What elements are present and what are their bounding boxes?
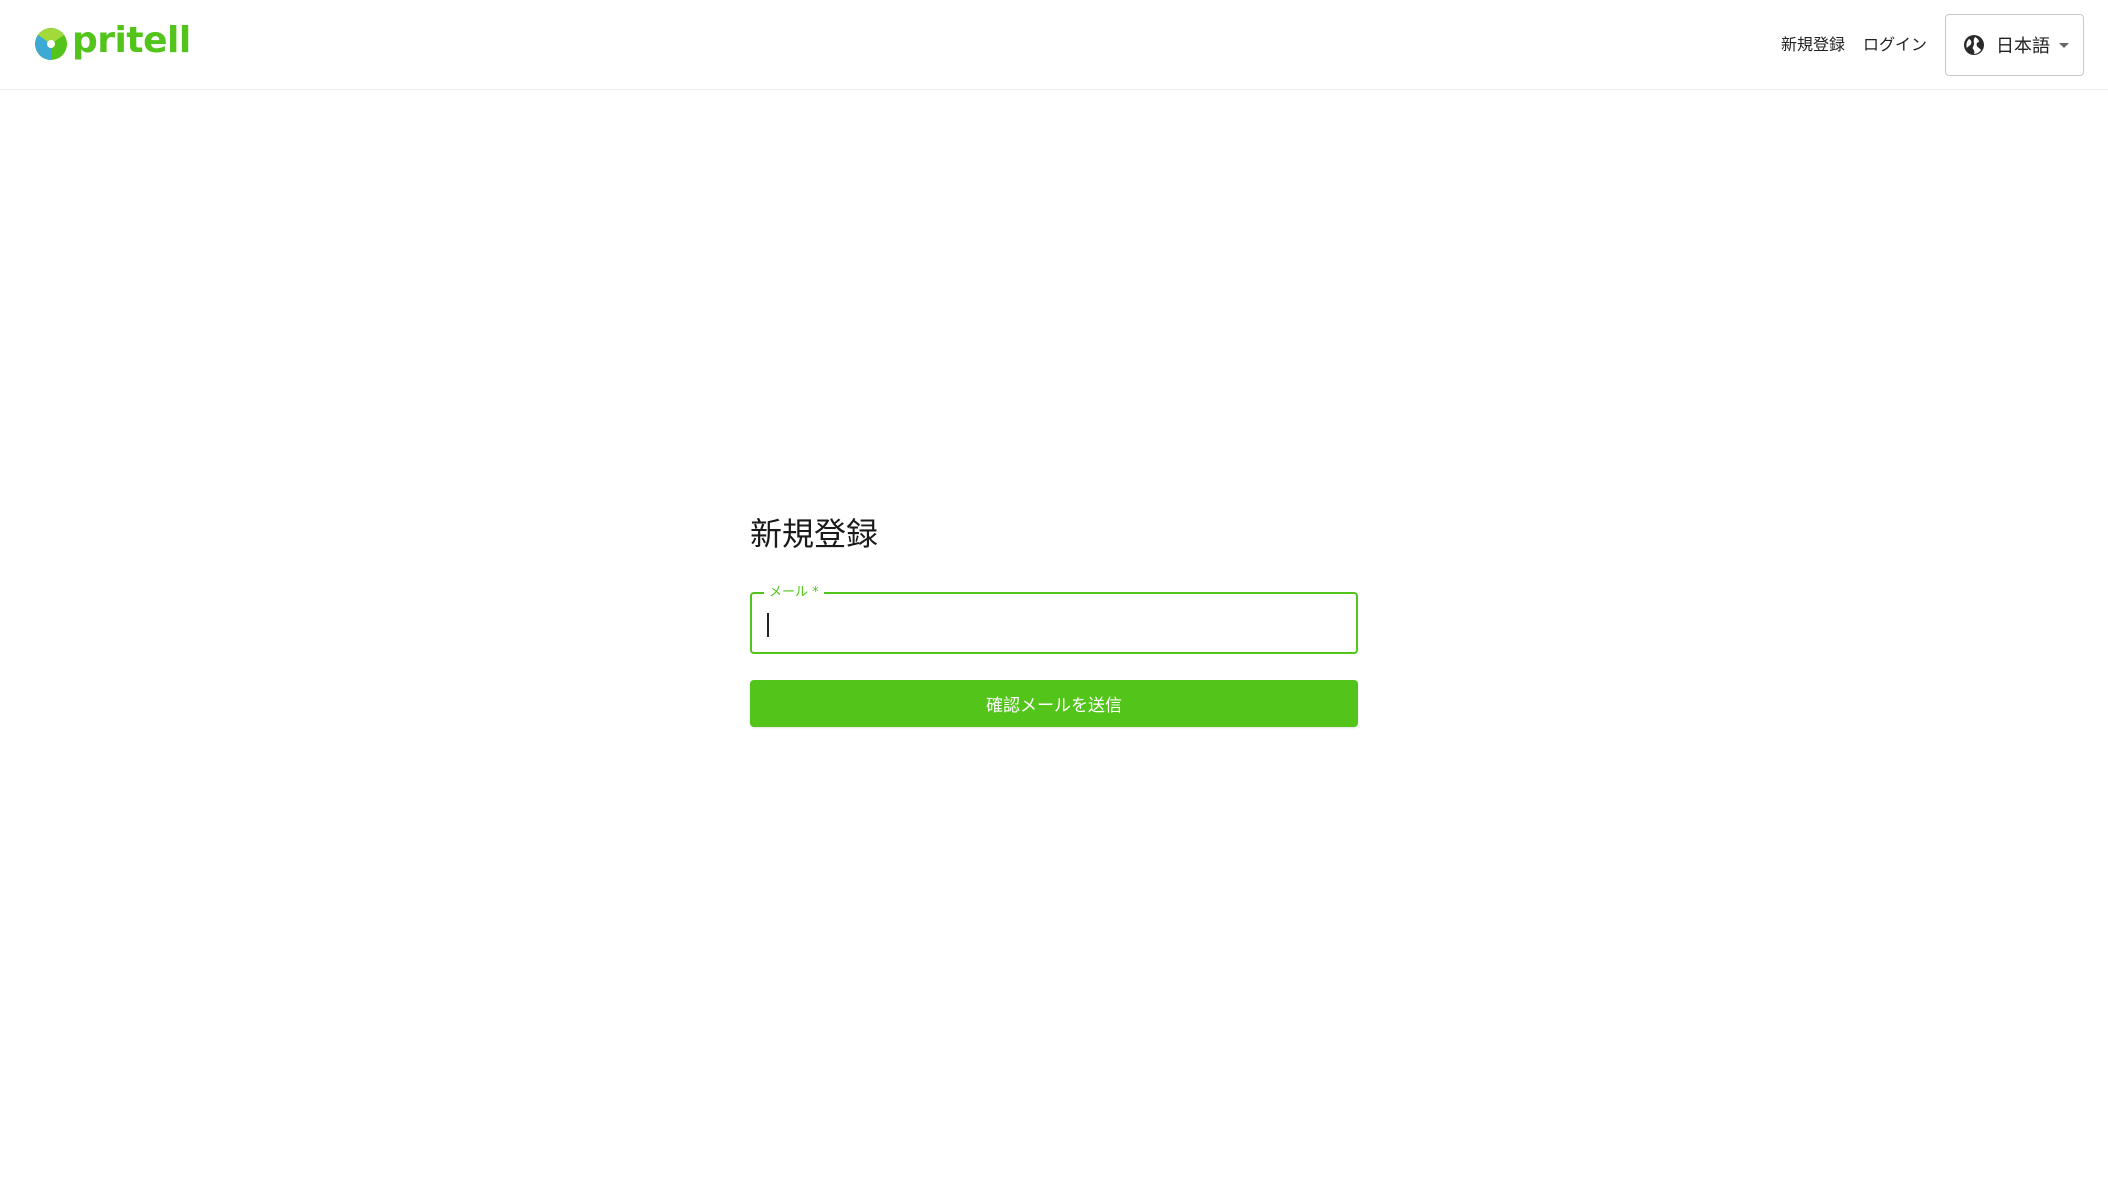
language-select[interactable]: 日本語: [1945, 14, 2084, 76]
signup-form: 新規登録 メール * 確認メールを送信: [750, 500, 1358, 727]
page-title: 新規登録: [750, 515, 879, 553]
email-input[interactable]: [752, 594, 1356, 652]
pritell-logo[interactable]: pritell: [34, 20, 191, 64]
text-cursor: [767, 613, 769, 637]
caret-down-icon: [2059, 43, 2069, 48]
logo-text: pritell: [72, 20, 191, 61]
pritell-logo-icon: [35, 28, 67, 60]
globe-icon: [1964, 35, 1984, 55]
email-field-container[interactable]: メール *: [750, 584, 1358, 654]
nav-login-link[interactable]: ログイン: [1863, 33, 1927, 57]
send-confirmation-button[interactable]: 確認メールを送信: [750, 680, 1358, 727]
language-label: 日本語: [1996, 36, 2050, 57]
nav-signup-link[interactable]: 新規登録: [1781, 33, 1845, 57]
header-nav: 新規登録 ログイン 日本語: [1781, 0, 2108, 90]
top-header: pritell 新規登録 ログイン 日本語: [0, 0, 2108, 90]
